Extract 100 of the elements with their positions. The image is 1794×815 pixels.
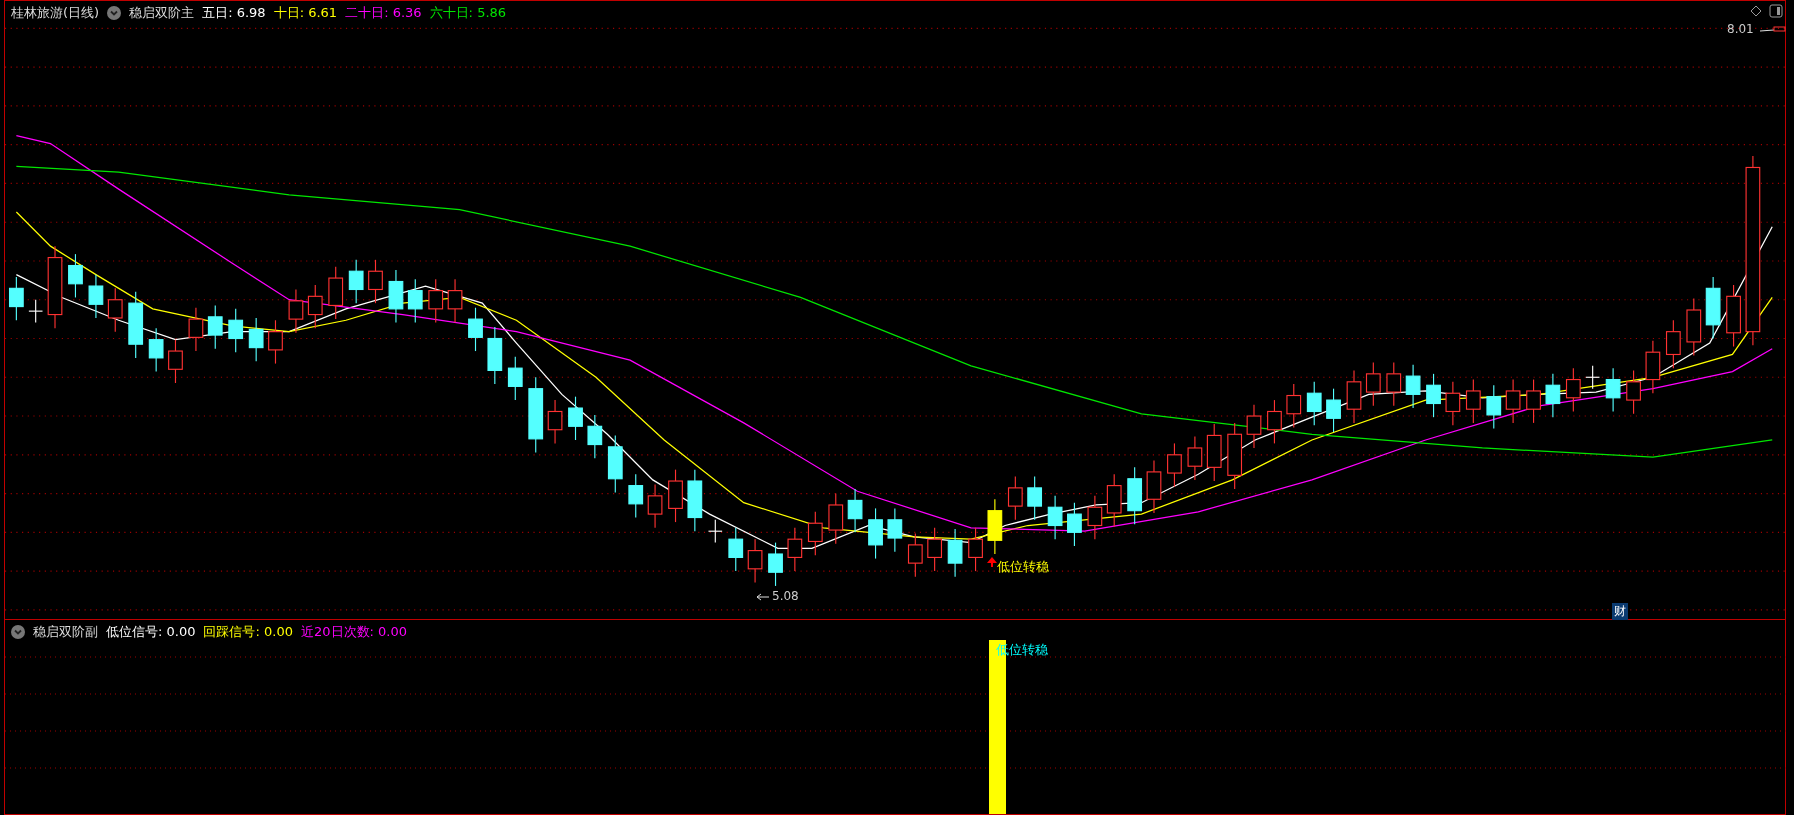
candlestick (1626, 369, 1641, 415)
candlestick (1267, 399, 1282, 444)
candlestick (1306, 381, 1322, 426)
candlestick (148, 327, 164, 373)
candlestick (307, 284, 323, 329)
candlestick (88, 274, 104, 319)
signal-reading: 回踩信号: 0.00 (203, 623, 293, 641)
ma-reading: 二十日: 6.36 (345, 4, 422, 22)
candlestick (1346, 369, 1362, 424)
candlestick (188, 307, 204, 352)
candlestick (607, 434, 623, 493)
finance-badge[interactable]: 财 (1612, 603, 1628, 620)
candlestick (1645, 340, 1661, 394)
candlestick (447, 278, 463, 324)
ma-reading: 十日: 6.61 (273, 4, 338, 22)
candlestick (568, 396, 583, 441)
candlestick (847, 488, 863, 533)
signal-reading: 近20日次数: 0.00 (300, 623, 407, 641)
candlestick (1565, 367, 1581, 413)
candlestick (228, 308, 244, 353)
candlestick (128, 291, 144, 359)
ma-reading: 五日: 6.98 (202, 4, 266, 22)
candlestick (947, 528, 963, 578)
candlestick (828, 493, 844, 545)
candlestick (1686, 298, 1702, 357)
candlestick (1326, 388, 1341, 433)
candlestick (28, 299, 44, 324)
candlestick (587, 414, 603, 459)
collapse-icon[interactable] (107, 6, 122, 20)
diamond-icon[interactable] (1750, 5, 1762, 17)
candlestick (1386, 361, 1402, 407)
candlestick (1106, 473, 1122, 528)
candlestick (1246, 404, 1262, 449)
candlestick (1365, 361, 1381, 407)
candlestick (348, 259, 364, 304)
candlestick (1426, 373, 1441, 418)
candlestick (668, 469, 683, 523)
candlestick (1505, 379, 1521, 424)
candlestick (927, 527, 943, 572)
candlestick (768, 542, 783, 587)
candlestick (1167, 442, 1182, 488)
candlestick (887, 507, 903, 553)
candlestick (907, 532, 923, 578)
indicator-name: 稳启双阶主 (129, 4, 195, 22)
candlestick (1465, 379, 1481, 424)
candlestick (1047, 495, 1063, 540)
candlestick (628, 473, 644, 519)
candlestick (207, 304, 223, 350)
panel-toggle-icon[interactable] (1769, 4, 1783, 18)
candlestick (728, 527, 744, 572)
candlestick (1445, 381, 1461, 426)
candlestick (707, 519, 723, 544)
candlestick (1146, 459, 1162, 514)
candlestick (1605, 367, 1621, 413)
candlestick (747, 538, 763, 584)
candlestick (328, 266, 344, 320)
candlestick (968, 527, 983, 572)
candlestick (368, 259, 383, 304)
candlestick (107, 287, 123, 333)
signal-label: 低位转稳 (997, 558, 1049, 576)
candlestick (9, 276, 24, 321)
candlestick (407, 278, 423, 324)
candlestick (1526, 379, 1541, 424)
arrow-left-icon (756, 593, 770, 601)
signal-reading: 低位信号: 0.00 (106, 623, 196, 641)
candlestick (388, 269, 404, 324)
candlestick (1585, 365, 1601, 390)
low-price-label: 5.08 (772, 589, 799, 603)
candlestick (507, 356, 523, 401)
pointer-arrow-icon (1760, 26, 1786, 34)
candlestick (1067, 502, 1082, 547)
candlestick (687, 469, 703, 532)
candlestick (647, 483, 663, 529)
candlestick (248, 317, 264, 362)
candlestick (1007, 475, 1023, 521)
candlestick (1187, 436, 1203, 481)
candlestick (868, 507, 883, 560)
candlestick (268, 319, 283, 365)
collapse-icon[interactable] (11, 625, 25, 639)
candlestick (428, 278, 444, 324)
candlestick (1227, 422, 1243, 490)
high-price-label: 8.01 (1727, 22, 1754, 36)
candlestick (1206, 423, 1222, 482)
candlestick (1705, 276, 1721, 340)
candlestick (787, 527, 803, 572)
ma-reading: 六十日: 5.86 (429, 4, 507, 22)
candlestick (1127, 466, 1143, 525)
candlestick (547, 399, 563, 444)
candlestick (1545, 373, 1561, 418)
candlestick (1027, 475, 1043, 521)
stock-title: 桂林旅游(日线) (11, 4, 100, 22)
candlestick (468, 307, 483, 352)
candlestick (987, 498, 1003, 555)
candlestick (1087, 495, 1103, 540)
candlestick (1486, 384, 1502, 430)
candlestick (487, 326, 503, 385)
candlestick (68, 253, 83, 299)
candlestick (1286, 383, 1302, 428)
candlestick (1405, 364, 1421, 409)
candlestick (168, 339, 183, 384)
